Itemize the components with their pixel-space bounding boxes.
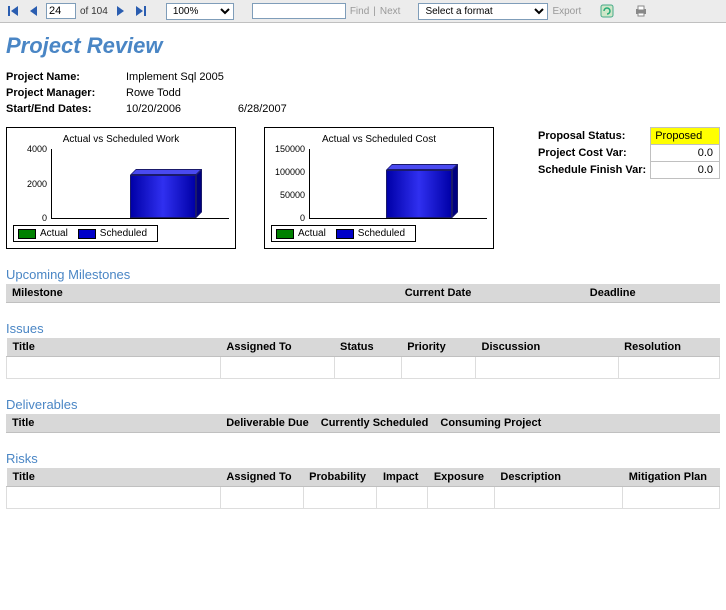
chart-actual-vs-scheduled-work: Actual vs Scheduled Work 4000 2000 0 Act…	[6, 127, 236, 249]
milestones-table: Milestone Current Date Deadline	[6, 284, 720, 303]
col-header: Deadline	[584, 284, 720, 303]
col-header: Mitigation Plan	[623, 468, 720, 487]
section-heading-milestones: Upcoming Milestones	[6, 267, 720, 282]
section-heading-risks: Risks	[6, 451, 720, 466]
section-heading-issues: Issues	[6, 321, 720, 336]
section-heading-deliverables: Deliverables	[6, 397, 720, 412]
chart-legend: Actual Scheduled	[271, 225, 416, 242]
legend-label: Actual	[298, 228, 326, 239]
ytick: 100000	[275, 167, 305, 177]
export-button[interactable]: Export	[552, 6, 581, 17]
proposal-status-value: Proposed	[651, 128, 720, 145]
col-header: Impact	[377, 468, 428, 487]
status-label: Schedule Finish Var:	[534, 162, 651, 179]
refresh-icon[interactable]	[599, 3, 615, 19]
legend-label: Actual	[40, 228, 68, 239]
col-header: Probability	[303, 468, 377, 487]
status-label: Project Cost Var:	[534, 145, 651, 162]
project-info: Project Name: Implement Sql 2005 Project…	[6, 69, 301, 117]
report-body: Project Review Project Name: Implement S…	[0, 23, 726, 519]
col-header: Assigned To	[220, 338, 334, 357]
col-header: Exposure	[428, 468, 495, 487]
legend-label: Scheduled	[358, 228, 405, 239]
chart-legend: Actual Scheduled	[13, 225, 158, 242]
info-label: Project Name:	[6, 69, 126, 85]
status-label: Proposal Status:	[534, 128, 651, 145]
col-header: Priority	[401, 338, 475, 357]
page-number-input[interactable]	[46, 3, 76, 19]
col-header: Resolution	[618, 338, 719, 357]
ytick: 2000	[27, 179, 47, 189]
risks-table: Title Assigned To Probability Impact Exp…	[6, 468, 720, 509]
find-next-button[interactable]: Next	[380, 6, 401, 17]
info-label: Project Manager:	[6, 85, 126, 101]
col-header: Title	[7, 468, 221, 487]
finish-var-value: 0.0	[651, 162, 720, 179]
col-header: Title	[6, 414, 220, 433]
info-label: Start/End Dates:	[6, 101, 126, 117]
col-header: Milestone	[6, 284, 399, 303]
ytick: 0	[42, 213, 47, 223]
prev-page-icon[interactable]	[26, 3, 42, 19]
col-header: Status	[334, 338, 401, 357]
chart-actual-vs-scheduled-cost: Actual vs Scheduled Cost 150000 100000 5…	[264, 127, 494, 249]
report-toolbar: of 104 100% Find | Next Select a format …	[0, 0, 726, 23]
print-icon[interactable]	[633, 3, 649, 19]
export-format-select[interactable]: Select a format	[418, 3, 548, 20]
deliverables-table: Title Deliverable Due Currently Schedule…	[6, 414, 720, 433]
table-row	[7, 487, 720, 509]
project-manager-value: Rowe Todd	[126, 85, 238, 101]
find-button[interactable]: Find	[350, 6, 369, 17]
ytick: 0	[300, 213, 305, 223]
col-header: Discussion	[476, 338, 619, 357]
first-page-icon[interactable]	[6, 3, 22, 19]
end-date-value: 6/28/2007	[238, 101, 301, 117]
col-header: Current Date	[399, 284, 584, 303]
table-row	[7, 357, 720, 379]
project-name-value: Implement Sql 2005	[126, 69, 238, 85]
col-header: Assigned To	[220, 468, 303, 487]
next-page-icon[interactable]	[112, 3, 128, 19]
ytick: 150000	[275, 144, 305, 154]
page-title: Project Review	[6, 33, 720, 59]
page-total-label: of 104	[80, 6, 108, 17]
start-date-value: 10/20/2006	[126, 101, 238, 117]
col-header: Description	[494, 468, 622, 487]
zoom-select[interactable]: 100%	[166, 3, 234, 20]
col-header: Title	[7, 338, 221, 357]
col-header: Currently Scheduled	[315, 414, 435, 433]
ytick: 50000	[280, 190, 305, 200]
issues-table: Title Assigned To Status Priority Discus…	[6, 338, 720, 379]
last-page-icon[interactable]	[132, 3, 148, 19]
status-panel: Proposal Status: Proposed Project Cost V…	[522, 127, 720, 249]
ytick: 4000	[27, 144, 47, 154]
legend-label: Scheduled	[100, 228, 147, 239]
col-header: Consuming Project	[434, 414, 720, 433]
cost-var-value: 0.0	[651, 145, 720, 162]
col-header: Deliverable Due	[220, 414, 315, 433]
find-input[interactable]	[252, 3, 346, 19]
